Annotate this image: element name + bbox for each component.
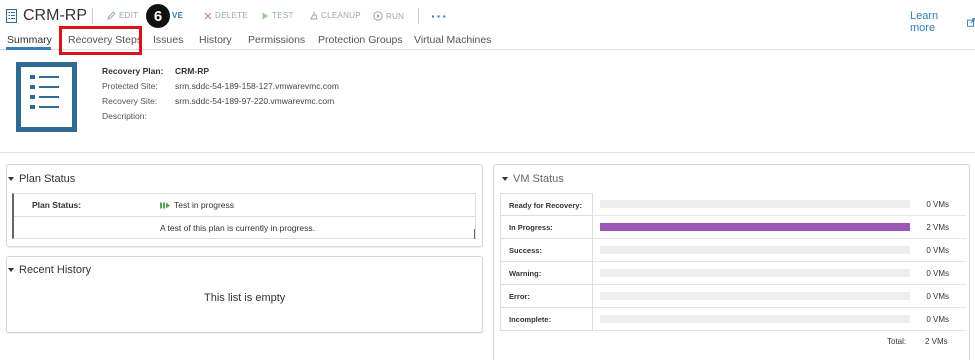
- vm-status-label: Warning:: [509, 269, 542, 278]
- tab-summary[interactable]: Summary: [7, 34, 52, 46]
- vm-status-label-cell: In Progress:: [500, 216, 593, 239]
- empty-list-message: This list is empty: [204, 292, 286, 304]
- vm-status-row: Incomplete: 0 VMs: [500, 308, 966, 331]
- vm-status-bar: [600, 269, 910, 277]
- vm-status-label-cell: Warning:: [500, 262, 593, 285]
- vm-status-label-cell: Error:: [500, 285, 593, 308]
- protected-site-value: srm.sddc-54-189-158-127.vmwarevmc.com: [175, 81, 339, 91]
- vm-status-label-cell: Success:: [500, 239, 593, 262]
- caret-down-icon: [502, 177, 508, 181]
- vm-status-row: Warning: 0 VMs: [500, 262, 966, 285]
- recovery-site-label: Recovery Site:: [102, 96, 158, 106]
- protected-site-label: Protected Site:: [102, 81, 158, 91]
- caret-down-icon: [8, 177, 14, 181]
- run-button-label: RUN: [386, 11, 405, 21]
- move-button[interactable]: VE: [172, 11, 183, 20]
- plan-status-grid: Plan Status: Test in progress A test of …: [12, 193, 476, 239]
- tab-issues[interactable]: Issues: [153, 34, 183, 46]
- test-button[interactable]: TEST: [261, 11, 294, 20]
- vm-status-label: Ready for Recovery:: [509, 201, 582, 210]
- tab-protection-groups[interactable]: Protection Groups: [318, 34, 403, 46]
- step-number-badge: 6: [146, 4, 170, 28]
- vm-status-label: Incomplete:: [509, 315, 552, 324]
- plan-status-label: Plan Status:: [32, 200, 82, 210]
- external-link-icon: [966, 17, 975, 27]
- vm-total-label: Total:: [887, 337, 907, 346]
- vm-status-count: 0 VMs: [926, 269, 949, 278]
- vm-status-label: Error:: [509, 292, 530, 301]
- vm-status-bar: [600, 200, 910, 208]
- close-icon: [204, 12, 212, 19]
- recovery-plan-large-icon: [16, 62, 77, 132]
- grid-divider: [14, 216, 475, 217]
- edit-button[interactable]: EDIT: [107, 11, 138, 20]
- delete-button[interactable]: DELETE: [204, 11, 248, 20]
- tab-permissions[interactable]: Permissions: [248, 34, 305, 46]
- grid-edge: [474, 229, 475, 239]
- learn-more-label: Learn more: [910, 10, 939, 34]
- delete-button-label: DELETE: [215, 11, 248, 20]
- vm-status-bar: [600, 223, 910, 231]
- plan-status-title: Plan Status: [19, 173, 76, 185]
- cleanup-button[interactable]: CLEANUP: [309, 11, 361, 20]
- tab-virtual-machines[interactable]: Virtual Machines: [414, 34, 491, 46]
- run-button[interactable]: RUN: [373, 11, 404, 21]
- pencil-icon: [107, 11, 116, 20]
- plan-status-value: Test in progress: [160, 200, 234, 210]
- test-progress-icon: [160, 202, 170, 208]
- play-icon: [262, 12, 268, 19]
- caret-down-icon: [8, 268, 14, 272]
- recent-history-title: Recent History: [19, 264, 92, 276]
- plan-status-header[interactable]: Plan Status: [8, 173, 75, 185]
- vm-status-bar-fill: [600, 223, 910, 231]
- toolbar-divider: [92, 8, 93, 24]
- vm-status-row: Success: 0 VMs: [500, 239, 966, 262]
- vm-status-row: In Progress: 2 VMs: [500, 216, 966, 239]
- edit-button-label: EDIT: [119, 11, 139, 20]
- vm-status-count: 0 VMs: [926, 200, 949, 209]
- vm-status-label: Success:: [509, 246, 542, 255]
- vm-status-bar: [600, 246, 910, 254]
- learn-more-link[interactable]: Learn more: [910, 10, 975, 34]
- vm-status-count: 0 VMs: [926, 246, 949, 255]
- highlight-box: [59, 26, 142, 55]
- run-icon: [373, 11, 383, 21]
- tab-bar: Summary Recovery Steps Issues History Pe…: [0, 32, 975, 50]
- vm-status-count: 0 VMs: [926, 315, 949, 324]
- active-tab-indicator: [6, 47, 51, 50]
- recovery-site-value: srm.sddc-54-189-97-220.vmwarevmc.com: [175, 96, 335, 106]
- recovery-plan-icon: [6, 9, 17, 23]
- move-button-label: VE: [172, 11, 184, 20]
- description-label: Description:: [102, 111, 147, 121]
- recovery-plan-label: Recovery Plan:: [102, 66, 164, 76]
- vm-status-bar: [600, 315, 910, 323]
- vm-status-label: In Progress:: [509, 223, 553, 232]
- recovery-plan-value: CRM-RP: [175, 66, 209, 76]
- vm-status-row: Ready for Recovery: 0 VMs: [500, 193, 966, 216]
- vm-status-header[interactable]: VM Status: [502, 173, 564, 185]
- vm-status-count: 2 VMs: [926, 223, 949, 232]
- toolbar-divider: [418, 8, 419, 24]
- vm-total-count: 2 VMs: [925, 337, 948, 346]
- test-button-label: TEST: [272, 11, 294, 20]
- vm-status-label-cell: Ready for Recovery:: [500, 193, 593, 216]
- cleanup-button-label: CLEANUP: [321, 11, 361, 20]
- row-divider: [593, 330, 966, 331]
- recent-history-header[interactable]: Recent History: [8, 264, 91, 276]
- tab-history[interactable]: History: [199, 34, 232, 46]
- plan-status-message: A test of this plan is currently in prog…: [160, 223, 315, 233]
- plan-status-text: Test in progress: [174, 200, 234, 210]
- page-title: CRM-RP: [23, 7, 87, 24]
- vm-status-title: VM Status: [513, 173, 564, 185]
- vm-status-label-cell: Incomplete:: [500, 308, 593, 331]
- vm-status-bar: [600, 292, 910, 300]
- broom-icon: [310, 11, 318, 20]
- vm-status-row: Error: 0 VMs: [500, 285, 966, 308]
- section-divider: [0, 152, 975, 153]
- vm-status-count: 0 VMs: [926, 292, 949, 301]
- more-actions-button[interactable]: ···: [431, 8, 448, 24]
